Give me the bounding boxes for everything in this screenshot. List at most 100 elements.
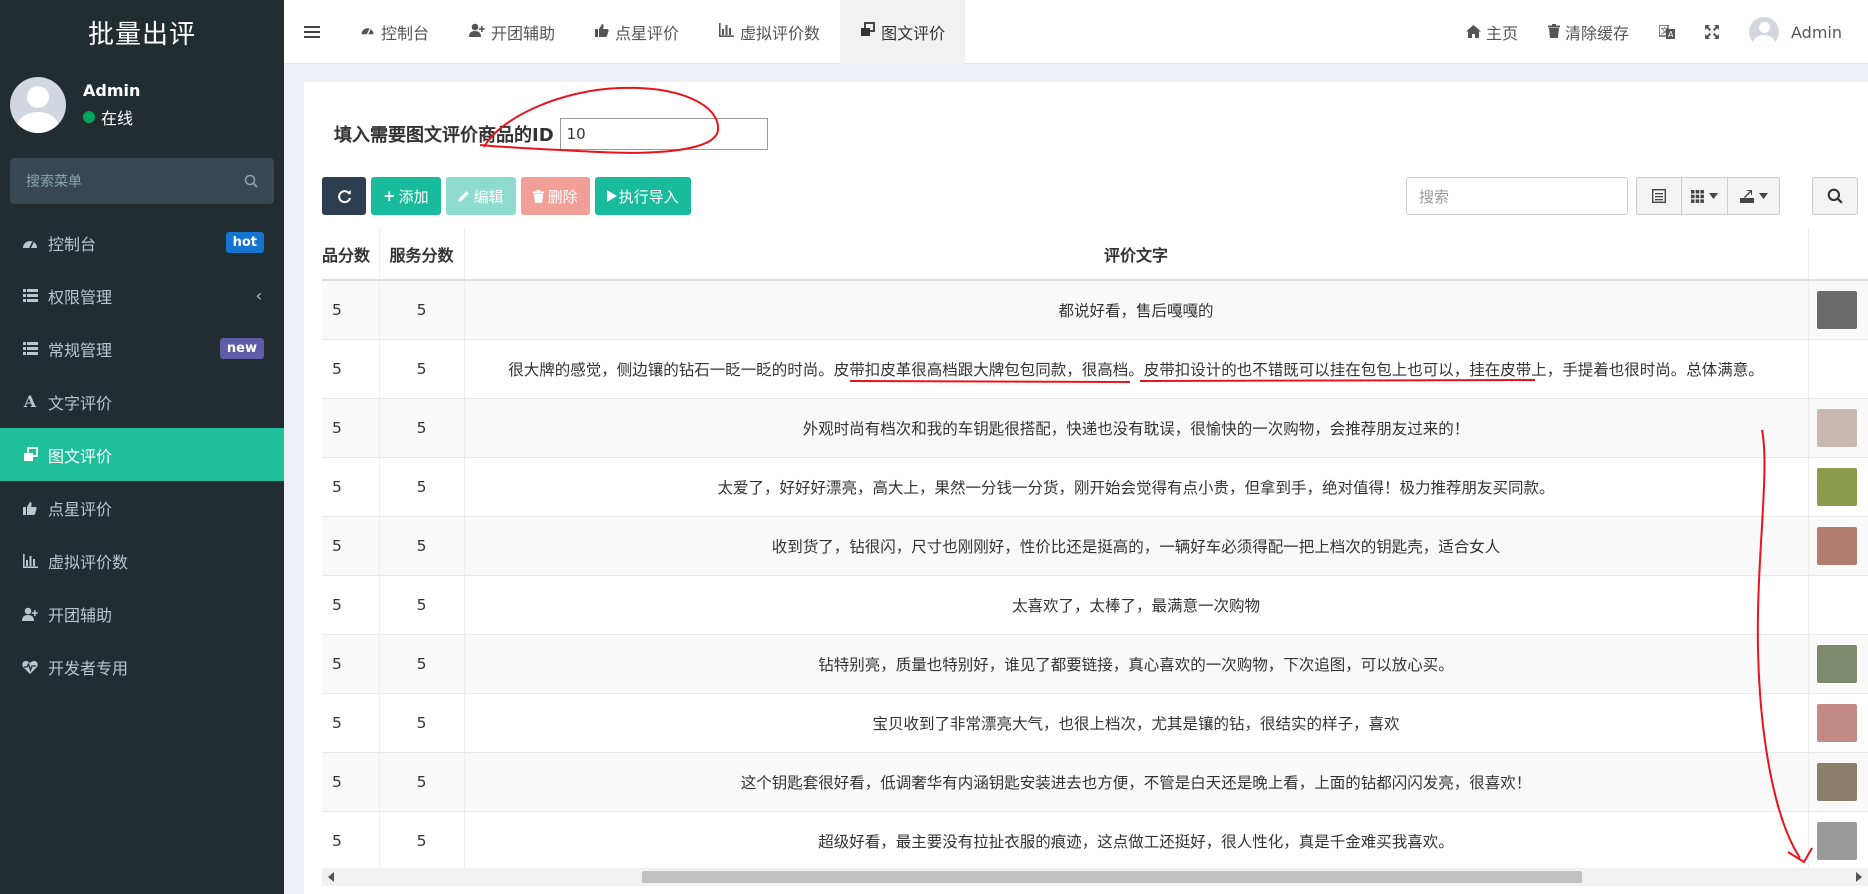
bar-chart-icon [20,553,40,568]
brand-logo[interactable]: 批量出评 [0,0,284,64]
search-icon[interactable] [244,174,258,188]
review-thumbnail[interactable] [1816,467,1857,506]
sidebar-item-label: 开团辅助 [48,605,113,625]
font-icon: A [23,392,37,411]
sidebar-item-star-review[interactable]: 点星评价 [0,481,284,534]
sidebar-item-label: 点星评价 [48,499,113,519]
home-link[interactable]: 主页 [1451,0,1533,64]
user-status-text: 在线 [101,109,134,128]
new-badge: new [219,338,264,359]
product-score-cell: 5 [322,516,380,576]
service-score-cell: 5 [379,634,465,694]
scroll-left-arrow-icon[interactable] [328,872,334,882]
table-row[interactable]: 5 5 太喜欢了，太棒了，最满意一次购物 [322,575,1868,635]
trash-icon [1547,23,1560,42]
export-dropdown-button[interactable] [1728,177,1780,215]
horizontal-scrollbar[interactable] [322,868,1868,886]
table-search-button[interactable] [1812,177,1858,215]
table-row[interactable]: 5 5 都说好看，售后嘎嘎的 [322,280,1868,340]
review-thumbnail[interactable] [1816,821,1857,860]
table-row[interactable]: 5 5 超级好看，最主要没有拉扯衣服的痕迹，这点做工还挺好，很人性化，真是千金难买我… [322,811,1868,868]
table-search-placeholder: 搜索 [1419,187,1450,206]
review-thumbnail[interactable] [1816,526,1857,565]
scrollbar-thumb[interactable] [642,871,1582,883]
tab-star-review[interactable]: 点星评价 [575,0,699,64]
chevron-left-icon: ‹ [255,286,262,305]
review-text-cell: 太喜欢了，太棒了，最满意一次购物 [464,575,1809,635]
columns-dropdown-button[interactable] [1682,177,1728,215]
top-navbar: 控制台 开团辅助 点星评价 虚拟评价数 图文评价 主页 清除缓存 文A Admi… [284,0,1868,64]
sidebar-item-text-review[interactable]: A 文字评价 [0,375,284,428]
review-thumbnail[interactable] [1816,762,1857,801]
table-row[interactable]: 5 5 宝贝收到了非常漂亮大气，也很上档次，尤其是镶的钻，很结实的样子，喜欢 [322,693,1868,753]
table-row[interactable]: 5 5 这个钥匙套很好看，低调奢华有内涵钥匙安装进去也方便，不管是白天还是晚上看，上… [322,752,1868,812]
translate-button[interactable]: 文A [1644,0,1690,64]
column-header-review-text[interactable]: 评价文字 [464,228,1809,281]
sidebar-item-developer[interactable]: 开发者专用 [0,640,284,693]
table-search-input[interactable]: 搜索 [1406,177,1628,215]
scroll-right-arrow-icon[interactable] [1856,872,1862,882]
review-thumbnail[interactable] [1816,703,1857,742]
review-text-cell: 宝贝收到了非常漂亮大气，也很上档次，尤其是镶的钻，很结实的样子，喜欢 [464,693,1809,753]
tab-virtual-count[interactable]: 虚拟评价数 [699,0,840,64]
product-score-cell: 5 [322,457,380,517]
user-menu[interactable]: Admin [1734,0,1868,64]
edit-button[interactable]: 编辑 [445,177,516,215]
table-tool-group [1636,177,1780,215]
avatar [1749,17,1779,47]
navbar-right: 主页 清除缓存 文A Admin [1451,0,1868,64]
toggle-view-button[interactable] [1636,177,1682,215]
sidebar-item-label: 文字评价 [48,393,113,413]
execute-import-button[interactable]: 执行导入 [594,177,691,215]
review-thumbnail[interactable] [1816,408,1857,447]
review-thumbnail[interactable] [1816,290,1857,329]
plus-icon: + [383,187,396,205]
sidebar-item-group-assist[interactable]: 开团辅助 [0,587,284,640]
svg-text:A: A [1668,30,1674,39]
review-image-cell [1808,811,1868,868]
refresh-button[interactable] [322,177,366,215]
sidebar-item-virtual-count[interactable]: 虚拟评价数 [0,534,284,587]
play-icon [606,190,617,202]
tab-image-review[interactable]: 图文评价 [840,0,966,64]
service-score-cell: 5 [379,752,465,812]
user-panel: Admin 在线 [0,64,284,146]
clear-cache-button[interactable]: 清除缓存 [1533,0,1644,64]
table-row[interactable]: 5 5 收到货了，钻很闪，尺寸也刚刚好，性价比还是挺高的，一辆好车必须得配一把上档次… [322,516,1868,576]
product-score-cell: 5 [322,398,380,458]
table-row[interactable]: 5 5 外观时尚有档次和我的车钥匙很搭配，快递也没有耽误，很愉快的一次购物，会推荐朋… [322,398,1868,458]
online-dot-icon [83,111,95,123]
content-panel: 填入需要图文评价商品的ID + 添加 编辑 删除 执行导入 搜索 [304,82,1868,894]
product-id-input[interactable] [559,118,768,150]
review-image-cell [1808,693,1868,753]
review-thumbnail[interactable] [1816,644,1857,683]
sidebar-search-input[interactable]: 搜索菜单 [10,158,274,204]
column-header-service-score[interactable]: 服务分数 [379,228,465,281]
sidebar-item-permissions[interactable]: 权限管理 ‹ [0,269,284,322]
sidebar-item-dashboard[interactable]: 控制台 hot [0,216,284,269]
add-label: 添加 [398,187,429,206]
add-button[interactable]: + 添加 [371,177,441,215]
user-status: 在线 [83,105,140,129]
list-view-icon [1652,189,1666,203]
sidebar-item-image-review[interactable]: 图文评价 [0,428,284,481]
tab-label: 点星评价 [615,23,680,43]
caret-down-icon [1709,193,1718,199]
sidebar: 批量出评 Admin 在线 搜索菜单 控制台 hot 权限管理 ‹ 常规管理 n… [0,0,284,894]
sidebar-toggle-button[interactable] [284,0,340,64]
tab-dashboard[interactable]: 控制台 [340,0,449,64]
table-row[interactable]: 5 5 钻特别亮，质量也特别好，谁见了都要链接，真心喜欢的一次购物，下次追图，可以放… [322,634,1868,694]
refresh-icon [337,189,351,203]
tab-group-assist[interactable]: 开团辅助 [449,0,575,64]
column-header-product-score[interactable]: 品分数 [322,228,380,281]
sidebar-item-label: 开发者专用 [48,658,129,678]
review-image-cell [1808,575,1868,635]
column-header-images[interactable] [1808,228,1868,281]
thumbs-up-icon [595,23,609,41]
delete-button[interactable]: 删除 [520,177,590,215]
table-row[interactable]: 5 5 很大牌的感觉，侧边镶的钻石一眨一眨的时尚。皮带扣皮革很高档跟大牌包包同款，很… [322,339,1868,399]
table-row[interactable]: 5 5 太爱了，好好好漂亮，高大上，果然一分钱一分货，刚开始会觉得有点小贵，但拿到手… [322,457,1868,517]
fullscreen-button[interactable] [1690,0,1734,64]
sidebar-item-general[interactable]: 常规管理 new [0,322,284,375]
bar-chart-icon [719,22,735,41]
